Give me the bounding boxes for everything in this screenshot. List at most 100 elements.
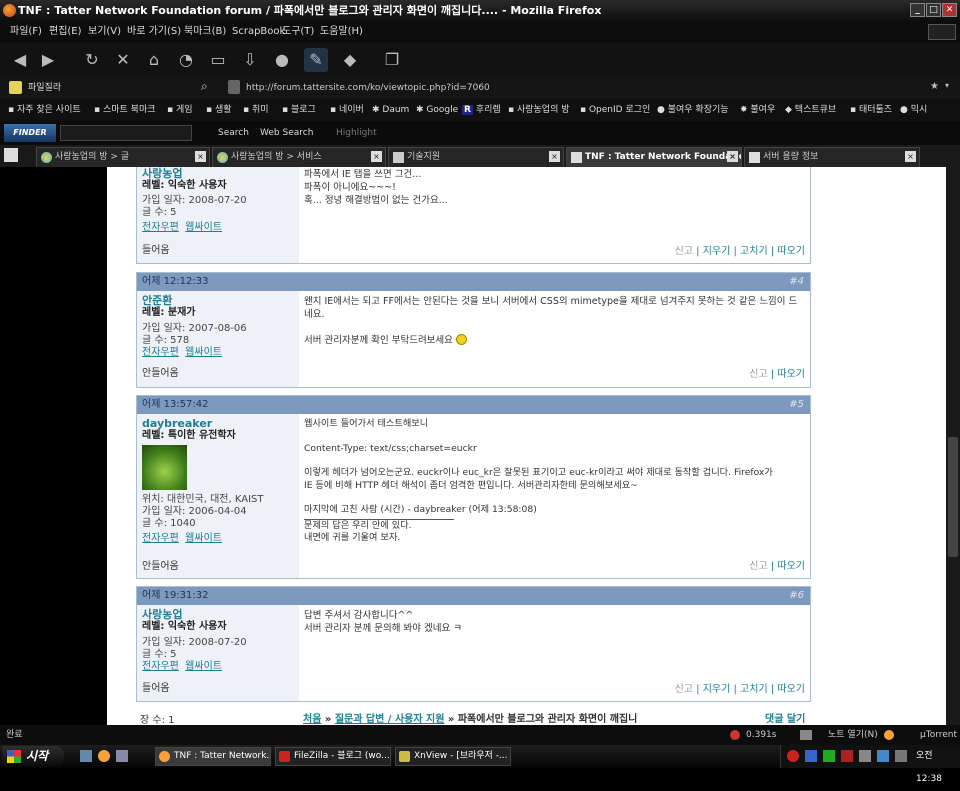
breadcrumb-home[interactable]: 처음 bbox=[303, 714, 321, 725]
vertical-scrollbar[interactable] bbox=[946, 167, 960, 725]
star-icon[interactable]: ★ bbox=[930, 81, 939, 92]
tab-1[interactable]: 사랑농업의 방 > 서비스 × bbox=[212, 147, 386, 167]
bookmark-item[interactable]: ◆ 텍스트큐브 bbox=[785, 99, 836, 121]
bookmark-item[interactable]: ● 믹시 bbox=[900, 99, 927, 121]
tab-2[interactable]: 기술지원 × bbox=[388, 147, 564, 167]
search-icon[interactable]: ⌕ bbox=[201, 79, 208, 94]
website-link[interactable]: 웹싸이트 bbox=[185, 661, 222, 672]
bookmark-item[interactable]: ▪ OpenID 로그인 bbox=[580, 99, 650, 121]
notes-button[interactable]: 노트 열기(N) bbox=[828, 725, 878, 745]
author-name[interactable]: 사랑농업 bbox=[142, 168, 294, 180]
stop-icon[interactable]: ✕ bbox=[111, 48, 135, 72]
email-link[interactable]: 전자우편 bbox=[142, 533, 179, 544]
tab-3[interactable]: TNF : Tatter Network Foundatio... × bbox=[566, 147, 742, 167]
report-link[interactable]: 신고 bbox=[749, 369, 767, 380]
close-tab-icon[interactable]: × bbox=[549, 151, 560, 162]
volume-icon[interactable] bbox=[859, 750, 871, 762]
menu-scrapbook[interactable]: ScrapBook bbox=[232, 21, 285, 43]
highlight-button[interactable]: Highlight bbox=[336, 121, 377, 145]
close-tab-icon[interactable]: × bbox=[371, 151, 382, 162]
bookmark-item[interactable]: ▪ 사랑농업의 방 bbox=[508, 99, 570, 121]
quicklaunch-icon[interactable] bbox=[80, 750, 92, 762]
report-link[interactable]: 신고 bbox=[675, 684, 693, 695]
close-tab-icon[interactable]: × bbox=[727, 151, 738, 162]
bookmark-item[interactable]: ▪ 생활 bbox=[206, 99, 232, 121]
bookmark-item[interactable]: ● 불여우 확장기능 bbox=[657, 99, 729, 121]
task-xnview[interactable]: XnView - [브라우저 -... bbox=[395, 747, 511, 766]
bookmark-item[interactable]: ✱ Daum bbox=[372, 99, 409, 121]
search-engine-icon[interactable] bbox=[9, 81, 22, 94]
reload-icon[interactable]: ↻ bbox=[80, 48, 104, 72]
menu-tools[interactable]: 도구(T) bbox=[282, 21, 314, 43]
finder-search-input[interactable] bbox=[60, 125, 192, 141]
bookmark-item[interactable]: ▪ 게임 bbox=[167, 99, 193, 121]
menu-help[interactable]: 도움말(H) bbox=[320, 21, 363, 43]
url-input[interactable]: http://forum.tattersite.com/ko/viewtopic… bbox=[246, 80, 926, 96]
task-firefox[interactable]: TNF : Tatter Network... bbox=[155, 747, 271, 766]
extension-icon[interactable]: ✎ bbox=[304, 48, 328, 72]
tray-icon[interactable] bbox=[787, 750, 799, 762]
bookmark-item[interactable]: ▪ 태터툴즈 bbox=[850, 99, 892, 121]
history-icon[interactable]: ◔ bbox=[174, 48, 198, 72]
tray-icon[interactable] bbox=[895, 750, 907, 762]
new-tab-icon[interactable] bbox=[4, 148, 18, 162]
post-number[interactable]: #5 bbox=[789, 396, 804, 414]
tray-icon[interactable] bbox=[805, 750, 817, 762]
window-icon[interactable]: ❐ bbox=[380, 48, 404, 72]
delete-link[interactable]: 지우기 bbox=[703, 684, 731, 695]
bookmark-icon[interactable]: ▭ bbox=[206, 48, 230, 72]
edit-link[interactable]: 고치기 bbox=[740, 684, 768, 695]
web-search-button[interactable]: Web Search bbox=[260, 121, 313, 145]
email-link[interactable]: 전자우편 bbox=[142, 347, 179, 358]
task-filezilla[interactable]: FileZilla - 블로그 (wo... bbox=[275, 747, 391, 766]
maximize-button[interactable]: □ bbox=[926, 3, 941, 17]
close-tab-icon[interactable]: × bbox=[195, 151, 206, 162]
menu-go[interactable]: 바로 가기(S) bbox=[127, 21, 181, 43]
dropdown-icon[interactable]: ▾ bbox=[945, 81, 949, 90]
close-tab-icon[interactable]: × bbox=[905, 151, 916, 162]
bookmark-item[interactable]: ✸ 불여우 bbox=[740, 99, 775, 121]
reply-link[interactable]: 댓글 달기 bbox=[765, 710, 805, 725]
quote-link[interactable]: 따오기 bbox=[777, 684, 805, 695]
bookmark-item[interactable]: R 후리렙 bbox=[462, 99, 501, 121]
quote-link[interactable]: 따오기 bbox=[777, 369, 805, 380]
clip-icon[interactable]: ◆ bbox=[338, 48, 362, 72]
start-button[interactable]: 시작 bbox=[2, 746, 64, 767]
post-number[interactable]: #4 bbox=[789, 273, 804, 291]
edit-link[interactable]: 고치기 bbox=[740, 246, 768, 257]
addon-icon[interactable]: ● bbox=[270, 48, 294, 72]
search-button[interactable]: Search bbox=[218, 121, 249, 145]
website-link[interactable]: 웹싸이트 bbox=[185, 347, 222, 358]
home-icon[interactable]: ⌂ bbox=[142, 48, 166, 72]
bookmark-item[interactable]: ▪ 취미 bbox=[243, 99, 269, 121]
quicklaunch-icon[interactable] bbox=[116, 750, 128, 762]
email-link[interactable]: 전자우편 bbox=[142, 661, 179, 672]
tray-icon[interactable] bbox=[877, 750, 889, 762]
website-link[interactable]: 웹싸이트 bbox=[185, 222, 222, 233]
tray-icon[interactable] bbox=[823, 750, 835, 762]
author-name[interactable]: 안준환 bbox=[142, 295, 294, 307]
utorrent-button[interactable]: µTorrent bbox=[920, 725, 957, 745]
post-number[interactable]: #6 bbox=[789, 587, 804, 605]
bookmark-item[interactable]: ▪ 스마트 북마크 bbox=[94, 99, 156, 121]
search-input[interactable]: 파일질라 bbox=[28, 80, 198, 96]
author-name[interactable]: 사랑농업 bbox=[142, 609, 294, 621]
quicklaunch-firefox-icon[interactable] bbox=[98, 750, 110, 762]
back-icon[interactable]: ◀ bbox=[8, 48, 32, 72]
menu-file[interactable]: 파일(F) bbox=[10, 21, 42, 43]
quote-link[interactable]: 따오기 bbox=[777, 561, 805, 572]
quote-link[interactable]: 따오기 bbox=[777, 246, 805, 257]
scrollbar-thumb[interactable] bbox=[948, 437, 958, 557]
bookmark-item[interactable]: ✱ Google bbox=[416, 99, 458, 121]
tab-4[interactable]: 서버 용량 정보 × bbox=[744, 147, 920, 167]
download-icon[interactable]: ⇩ bbox=[238, 48, 262, 72]
report-link[interactable]: 신고 bbox=[675, 246, 693, 257]
email-link[interactable]: 전자우편 bbox=[142, 222, 179, 233]
bookmark-item[interactable]: ▪ 네이버 bbox=[330, 99, 364, 121]
tray-icon[interactable] bbox=[841, 750, 853, 762]
breadcrumb-section[interactable]: 질문과 답변 / 사용자 지원 bbox=[335, 714, 445, 725]
menu-bookmarks[interactable]: 북마크(B) bbox=[184, 21, 226, 43]
bookmark-item[interactable]: ▪ 자주 찾은 사이트 bbox=[8, 99, 81, 121]
report-link[interactable]: 신고 bbox=[749, 561, 767, 572]
delete-link[interactable]: 지우기 bbox=[703, 246, 731, 257]
